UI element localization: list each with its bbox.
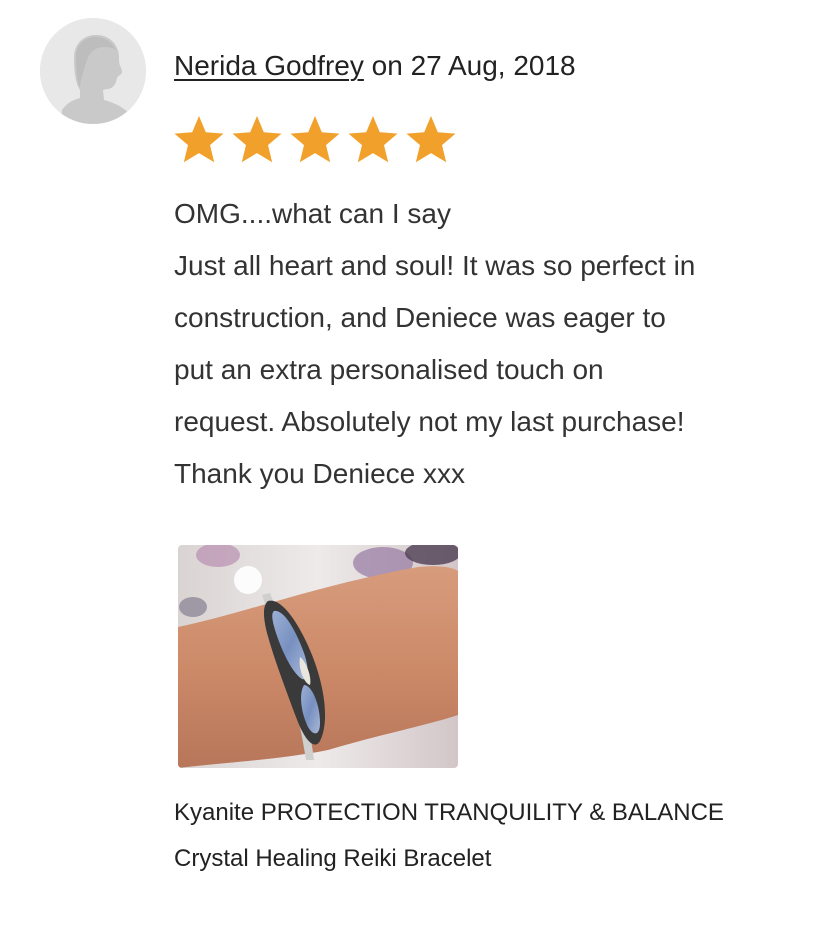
review-line: put an extra personalised touch on — [174, 354, 604, 385]
reviewer-avatar[interactable] — [40, 18, 146, 124]
review-line: request. Absolutely not my last purchase… — [174, 406, 685, 437]
review-card: Nerida Godfrey on 27 Aug, 2018 OMG....wh… — [0, 0, 828, 928]
star-icon — [172, 114, 226, 170]
star-icon — [288, 114, 342, 170]
bracelet-photo — [178, 545, 458, 768]
review-line: OMG....what can I say — [174, 198, 451, 229]
star-icon — [404, 114, 458, 170]
product-title-link[interactable]: Kyanite PROTECTION TRANQUILITY & BALANCE… — [174, 790, 814, 882]
product-photo[interactable] — [178, 545, 458, 768]
review-body: OMG....what can I say Just all heart and… — [174, 188, 794, 500]
star-icon — [346, 114, 400, 170]
product-title-line: Kyanite PROTECTION TRANQUILITY & BALANCE — [174, 799, 724, 826]
review-line: Just all heart and soul! It was so perfe… — [174, 250, 696, 281]
star-rating — [172, 114, 458, 170]
star-icon — [230, 114, 284, 170]
default-user-avatar-icon — [40, 18, 146, 124]
review-line: Thank you Deniece xxx — [174, 458, 466, 489]
review-header: Nerida Godfrey on 27 Aug, 2018 — [174, 46, 576, 86]
product-title-line: Crystal Healing Reiki Bracelet — [174, 845, 492, 872]
reviewer-name-link[interactable]: Nerida Godfrey — [174, 50, 364, 81]
review-line: construction, and Deniece was eager to — [174, 302, 666, 333]
review-date: on 27 Aug, 2018 — [363, 50, 576, 81]
